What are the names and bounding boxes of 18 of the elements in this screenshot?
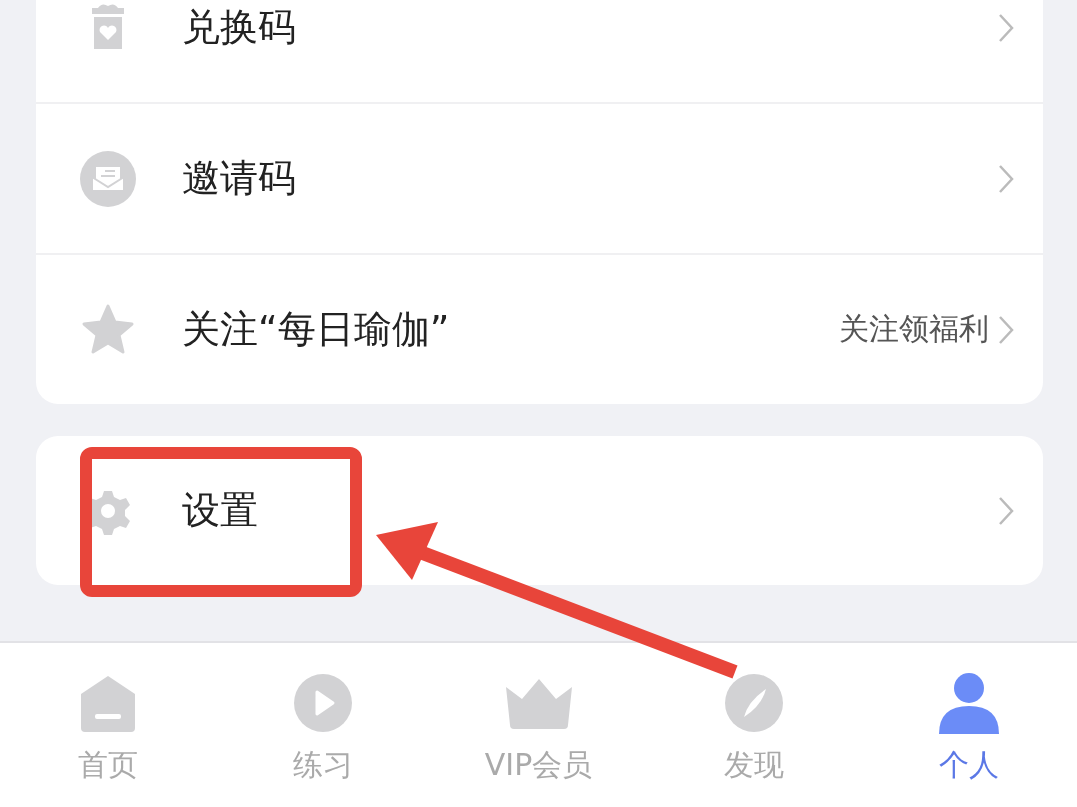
menu-item[interactable]: 兑换码	[36, 0, 1043, 102]
hint-text: 关注领福利	[839, 310, 989, 348]
play-icon	[293, 673, 354, 733]
tab[interactable]: 发现	[646, 643, 862, 807]
envelope-icon	[78, 148, 138, 209]
tab[interactable]: 首页	[0, 643, 216, 807]
menu-label: 关注“每日瑜伽”	[182, 306, 451, 353]
menu-item[interactable]: 关注“每日瑜伽” 关注领福利	[36, 253, 1043, 404]
tab[interactable]: 个人	[861, 643, 1077, 807]
tab[interactable]: VIP会员	[430, 643, 647, 807]
crown-icon	[503, 677, 574, 729]
menu-label: 兑换码	[182, 4, 297, 51]
menu-item[interactable]: 邀请码	[36, 102, 1043, 253]
menu-label: 设置	[182, 487, 259, 534]
person-icon	[937, 672, 1002, 734]
compass-icon	[723, 673, 784, 733]
tab[interactable]: 练习	[215, 643, 431, 807]
menu-label: 邀请码	[182, 155, 297, 202]
